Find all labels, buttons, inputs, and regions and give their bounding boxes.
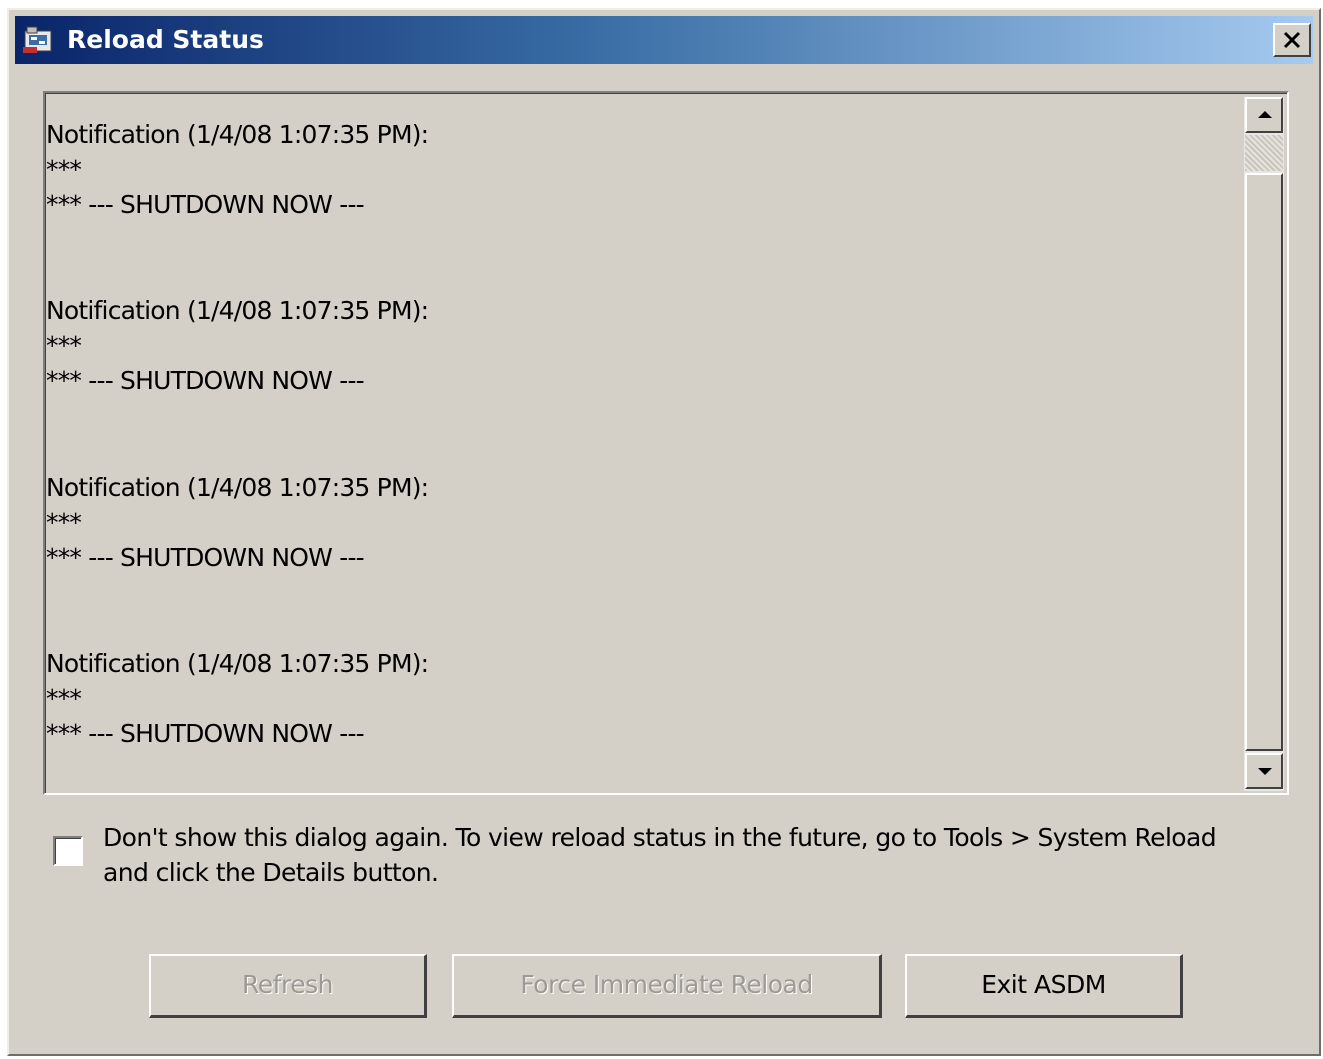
log-entry: Notification (1/4/08 1:07:35 PM): *** **… xyxy=(46,293,429,399)
arrow-down-icon xyxy=(1258,768,1272,775)
log-entry-separator: *** xyxy=(46,684,82,713)
log-entry-notification: Notification (1/4/08 1:07:35 PM): xyxy=(46,296,429,325)
log-entry-separator: *** xyxy=(46,508,82,537)
log-entry-message: *** --- SHUTDOWN NOW --- xyxy=(46,190,365,219)
close-button[interactable] xyxy=(1273,23,1311,57)
vertical-scrollbar[interactable] xyxy=(1244,97,1284,791)
log-entry: Notification (1/4/08 1:07:35 PM): *** **… xyxy=(46,646,429,752)
window-title: Reload Status xyxy=(67,25,264,54)
arrow-up-icon xyxy=(1258,111,1272,118)
exit-asdm-button[interactable]: Exit ASDM xyxy=(905,954,1183,1018)
asdm-app-icon xyxy=(23,26,52,53)
refresh-button[interactable]: Refresh xyxy=(149,954,427,1018)
status-log-content: Notification (1/4/08 1:07:35 PM): *** **… xyxy=(45,93,1240,793)
scroll-track[interactable] xyxy=(1245,173,1283,751)
close-icon xyxy=(1283,31,1301,49)
log-entry-notification: Notification (1/4/08 1:07:35 PM): xyxy=(46,120,429,149)
log-entry-message: *** --- SHUTDOWN NOW --- xyxy=(46,543,365,572)
reload-status-dialog: Reload Status Notification (1/4/08 1:07:… xyxy=(7,8,1321,1056)
log-entry-message: *** --- SHUTDOWN NOW --- xyxy=(46,719,365,748)
title-bar[interactable]: Reload Status xyxy=(15,16,1313,64)
dont-show-checkbox[interactable] xyxy=(53,836,83,866)
log-entry-notification: Notification (1/4/08 1:07:35 PM): xyxy=(46,473,429,502)
log-entry-message: *** --- SHUTDOWN NOW --- xyxy=(46,366,365,395)
scroll-down-button[interactable] xyxy=(1245,753,1283,789)
status-log-area[interactable]: Notification (1/4/08 1:07:35 PM): *** **… xyxy=(43,91,1289,795)
log-entry-separator: *** xyxy=(46,155,82,184)
scroll-thumb[interactable] xyxy=(1245,135,1283,171)
force-immediate-reload-button[interactable]: Force Immediate Reload xyxy=(452,954,882,1018)
log-entry: Notification (1/4/08 1:07:35 PM): *** **… xyxy=(46,117,429,223)
dont-show-label[interactable]: Don't show this dialog again. To view re… xyxy=(103,820,1253,890)
log-entry-notification: Notification (1/4/08 1:07:35 PM): xyxy=(46,649,429,678)
scroll-up-button[interactable] xyxy=(1245,97,1283,133)
log-entry: Notification (1/4/08 1:07:35 PM): *** **… xyxy=(46,470,429,576)
log-entry-separator: *** xyxy=(46,331,82,360)
